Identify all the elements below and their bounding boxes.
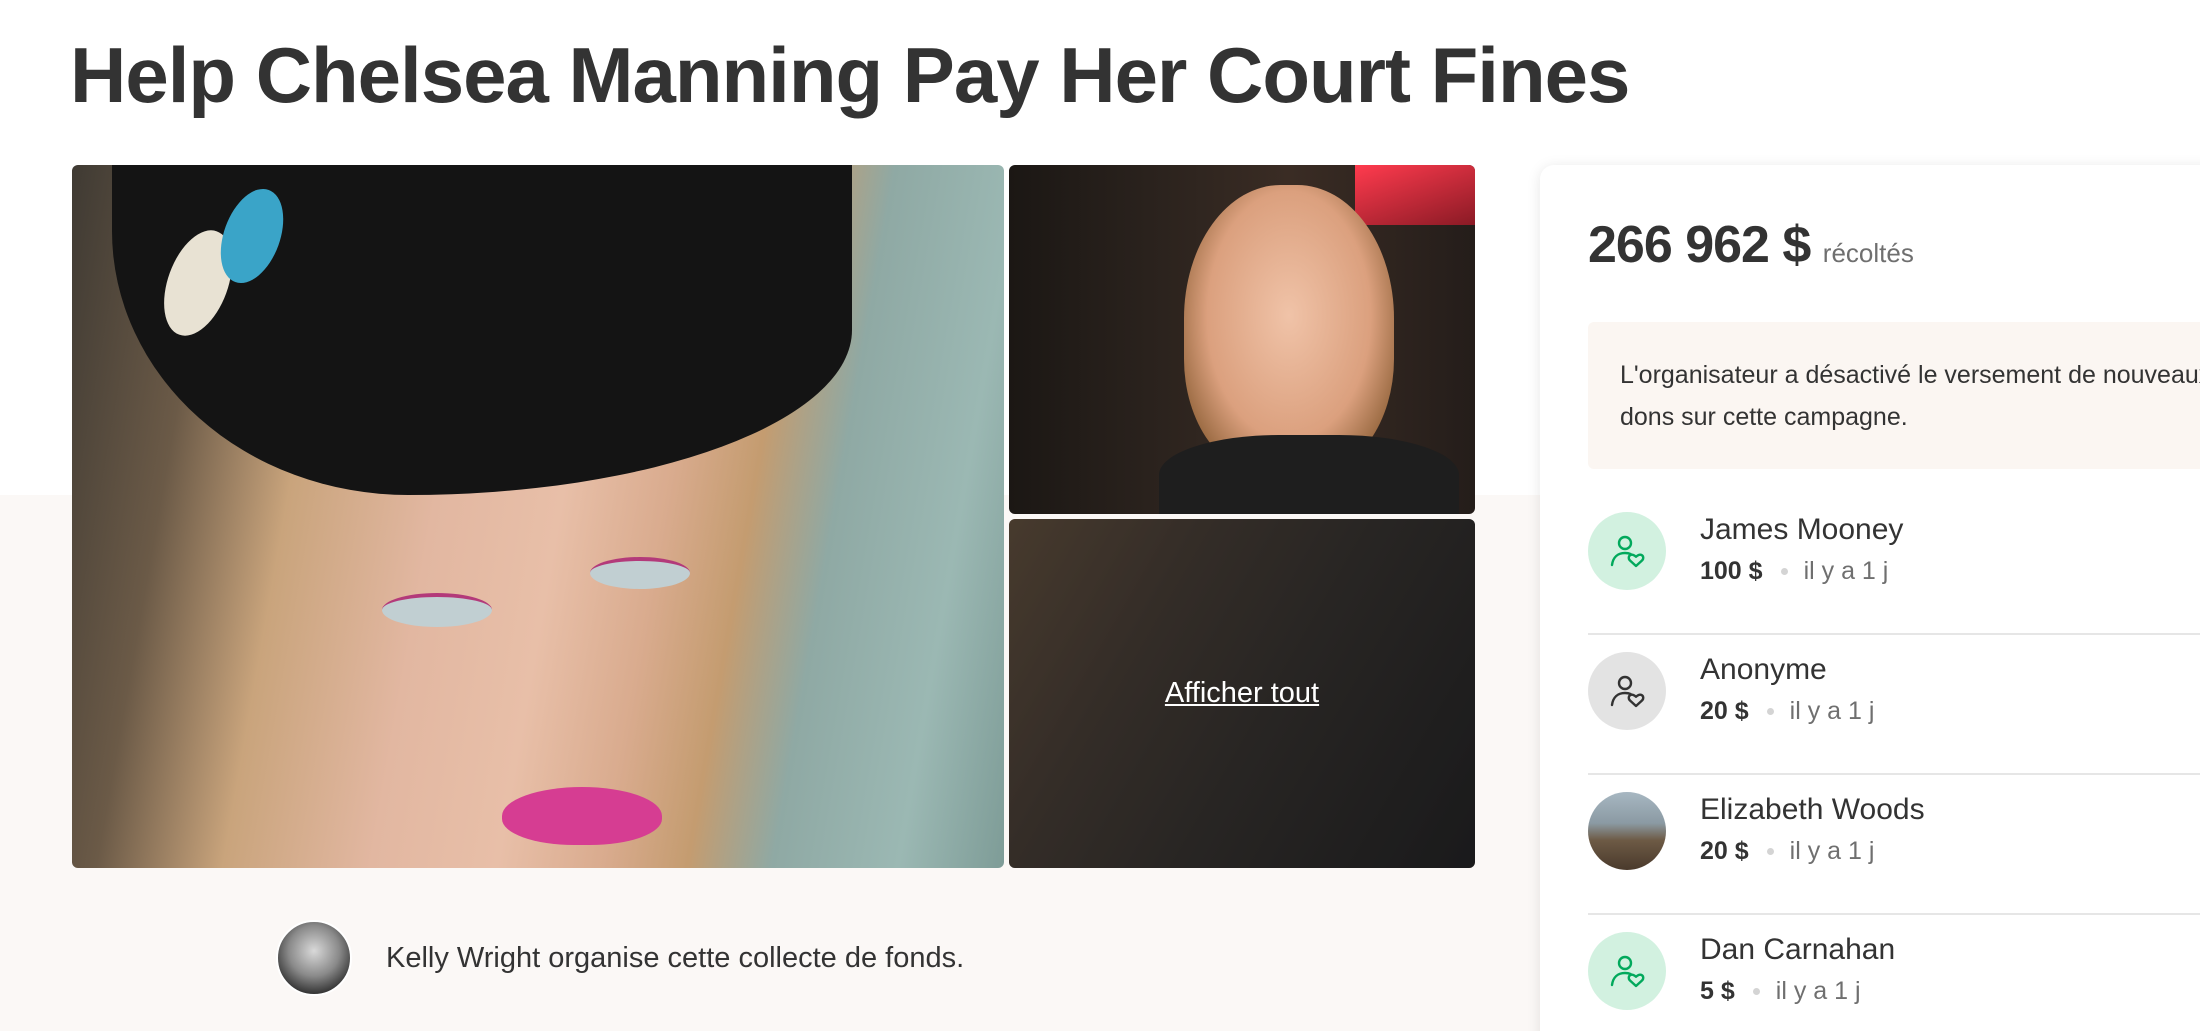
gallery-photo-2[interactable] (1009, 165, 1475, 514)
amount-raised-label: récoltés (1822, 238, 1914, 268)
amount-raised-value: 266 962 $ (1588, 216, 1811, 274)
donation-item: Anonyme 20 $ il y a 1 j (1588, 635, 2200, 775)
separator-dot (1780, 568, 1788, 575)
heart-user-icon (1588, 512, 1666, 590)
photo-face-shape (1184, 185, 1394, 475)
donation-meta: 20 $ il y a 1 j (1700, 697, 1874, 726)
donor-name: Anonyme (1700, 653, 1827, 686)
photo-eye-shape (382, 593, 492, 627)
donation-item: James Mooney 100 $ il y a 1 j (1588, 495, 2200, 635)
organizer-avatar[interactable] (276, 920, 352, 996)
donor-name: Dan Carnahan (1700, 933, 1896, 966)
donation-amount: 20 $ (1700, 837, 1749, 865)
organizer-row: Kelly Wright organise cette collecte de … (276, 920, 964, 996)
amount-raised: 266 962 $ récoltés (1588, 215, 1914, 275)
donations-disabled-notice: L'organisateur a désactivé le versement … (1588, 322, 2200, 469)
donation-meta: 5 $ il y a 1 j (1700, 977, 1861, 1006)
separator-dot (1766, 848, 1774, 855)
donation-amount: 5 $ (1700, 977, 1735, 1005)
photo-suit-shape (1159, 435, 1459, 514)
donation-time: il y a 1 j (1803, 557, 1889, 585)
donation-amount: 100 $ (1700, 557, 1763, 585)
photo-neon-shape (1355, 165, 1475, 225)
separator-dot (1752, 988, 1760, 995)
donation-sidebar: 266 962 $ récoltés L'organisateur a désa… (1540, 165, 2200, 1031)
donation-amount: 20 $ (1700, 697, 1749, 725)
recent-donations-list: James Mooney 100 $ il y a 1 j Anonyme 20… (1588, 495, 2200, 1031)
donation-item: Dan Carnahan 5 $ il y a 1 j (1588, 915, 2200, 1031)
donor-name: Elizabeth Woods (1700, 793, 1925, 826)
heart-user-icon (1588, 652, 1666, 730)
photo-lips-shape (502, 787, 662, 845)
main-campaign-photo[interactable] (72, 165, 1004, 868)
separator-dot (1766, 708, 1774, 715)
show-all-photos-link[interactable]: Afficher tout (1009, 519, 1475, 868)
donor-photo-avatar (1588, 792, 1666, 870)
donation-item: Elizabeth Woods 20 $ il y a 1 j (1588, 775, 2200, 915)
donation-meta: 100 $ il y a 1 j (1700, 557, 1888, 586)
organizer-text: Kelly Wright organise cette collecte de … (386, 941, 965, 974)
heart-user-icon (1588, 932, 1666, 1010)
donor-name: James Mooney (1700, 513, 1904, 546)
photo-eye-shape (590, 557, 690, 589)
donation-meta: 20 $ il y a 1 j (1700, 837, 1874, 866)
donation-time: il y a 1 j (1789, 697, 1875, 725)
donation-time: il y a 1 j (1775, 977, 1861, 1005)
donation-time: il y a 1 j (1789, 837, 1875, 865)
gallery-photo-3[interactable]: Afficher tout (1009, 519, 1475, 868)
photo-hat-shape (112, 165, 852, 495)
campaign-title: Help Chelsea Manning Pay Her Court Fines (70, 31, 1630, 119)
